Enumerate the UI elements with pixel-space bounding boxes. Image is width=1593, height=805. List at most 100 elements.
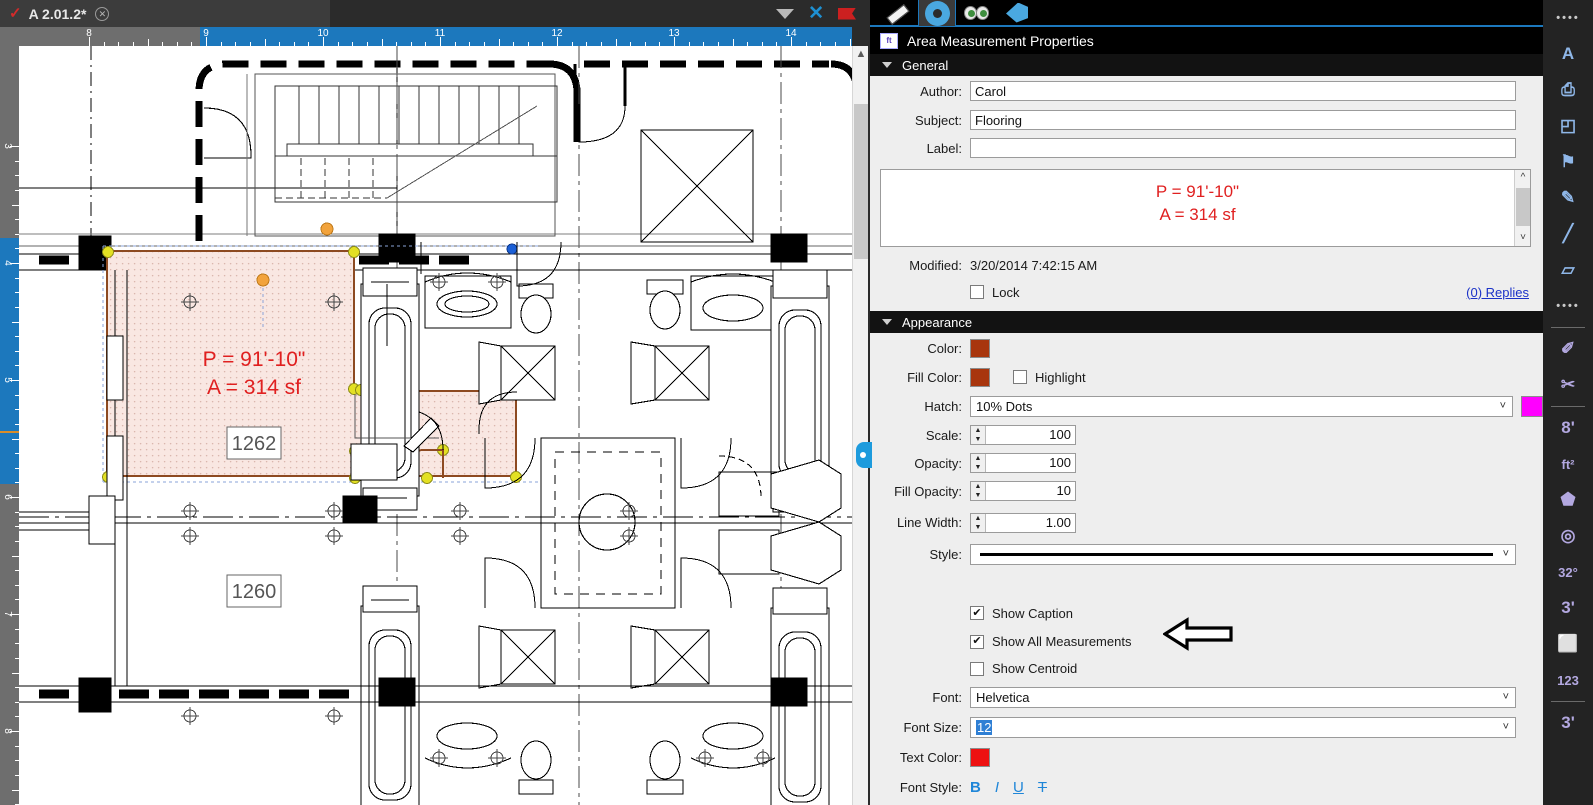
angle-measure-icon[interactable]: 32° <box>1543 554 1593 590</box>
scale-row: Scale: ▲▼ 100 <box>870 421 1543 449</box>
opacity-value: 100 <box>986 454 1075 472</box>
area-measure-icon[interactable]: ft² <box>1543 446 1593 482</box>
vertical-ruler-highlight <box>0 238 19 484</box>
volume-box-icon[interactable]: ⬜ <box>1543 626 1593 662</box>
label-field[interactable] <box>970 138 1516 158</box>
room-tag-1260: 1260 <box>232 581 277 603</box>
chevron-down-icon[interactable] <box>776 9 794 19</box>
hatch-select[interactable]: 10% Dots ˅ <box>970 396 1513 417</box>
highlight-checkbox[interactable] <box>1013 370 1027 384</box>
text-tool-icon[interactable]: A <box>1543 36 1593 72</box>
author-field[interactable] <box>970 81 1516 101</box>
fill-opacity-stepper[interactable]: ▲▼ 10 <box>970 481 1076 501</box>
properties-tab[interactable] <box>918 0 956 26</box>
close-circle-icon[interactable]: ✕ <box>95 7 109 21</box>
three-d-tab[interactable] <box>998 0 1036 26</box>
toolstrip-divider <box>1551 406 1585 407</box>
show-all-measurements-checkbox[interactable] <box>970 635 984 649</box>
lock-checkbox[interactable] <box>970 285 984 299</box>
drawing-canvas[interactable]: P = 91'-10" A = 314 sf 1262 1260 <box>19 46 852 805</box>
comment-scrollbar[interactable]: ^ ˅ <box>1514 170 1530 246</box>
scale-stepper[interactable]: ▲▼ 100 <box>970 425 1076 445</box>
ruler-tick <box>10 614 19 615</box>
section-header-general[interactable]: General <box>870 54 1543 76</box>
style-select[interactable]: ˅ <box>970 544 1516 565</box>
polygon-measure-icon[interactable]: ⬟ <box>1543 482 1593 518</box>
scroll-up-icon[interactable]: ^ <box>1515 170 1531 186</box>
stamp-tool-icon[interactable]: ⎙ <box>1543 72 1593 108</box>
scroll-up-icon[interactable]: ▲ <box>853 46 869 62</box>
dots-handle-mid-glyph: •••• <box>1556 300 1579 312</box>
font-style-row: Font Style: B I U T <box>870 772 1543 802</box>
dots-handle-top[interactable]: •••• <box>1543 0 1593 36</box>
stepper-up-icon[interactable]: ▲ <box>971 454 985 463</box>
opacity-stepper[interactable]: ▲▼ 100 <box>970 453 1076 473</box>
line-width-stepper[interactable]: ▲▼ 1.00 <box>970 513 1076 533</box>
strikethrough-button[interactable]: T <box>1038 779 1047 796</box>
underline-button[interactable]: U <box>1013 779 1024 796</box>
stepper-down-icon[interactable]: ▼ <box>971 523 985 532</box>
vertical-ruler[interactable]: 345678 <box>0 46 19 805</box>
document-window: ✓ A 2.01.2* ✕ ✕ 891011121314 345678 <box>0 0 870 805</box>
caliper-tool-icon[interactable]: ✂ <box>1543 367 1593 403</box>
stepper-up-icon[interactable]: ▲ <box>971 482 985 491</box>
radius-measure-icon[interactable]: ◎ <box>1543 518 1593 554</box>
stepper-up-icon[interactable]: ▲ <box>971 514 985 523</box>
pen-tool-icon[interactable]: ✎ <box>1543 180 1593 216</box>
subject-field[interactable] <box>970 110 1516 130</box>
close-x-icon[interactable]: ✕ <box>808 4 824 23</box>
lock-row: Lock (0) Replies <box>870 277 1543 307</box>
ruler-tool-icon[interactable]: ✐ <box>1543 331 1593 367</box>
solid-line-preview <box>980 553 1493 556</box>
ruler-tick <box>12 673 19 674</box>
replies-link[interactable]: (0) Replies <box>1466 285 1529 300</box>
font-value: Helvetica <box>976 690 1029 705</box>
stepper-down-icon[interactable]: ▼ <box>971 491 985 500</box>
fill-color-row: Fill Color: Highlight <box>870 363 1543 391</box>
annotation-arrow-icon <box>1163 617 1233 651</box>
section-header-appearance[interactable]: Appearance <box>870 311 1543 333</box>
fill-color-swatch[interactable] <box>970 368 990 387</box>
show-centroid-row: Show Centroid <box>870 655 1543 682</box>
hatch-color-swatch[interactable] <box>1521 396 1543 417</box>
scroll-down-icon[interactable]: ˅ <box>1515 230 1531 246</box>
font-style-label: Font Style: <box>870 780 970 795</box>
show-caption-checkbox[interactable] <box>970 606 984 620</box>
length-measure-icon[interactable]: 8' <box>1543 410 1593 446</box>
stepper-down-icon[interactable]: ▼ <box>971 435 985 444</box>
horizontal-ruler[interactable]: 891011121314 <box>0 27 852 46</box>
font-size-select[interactable]: 12 ˅ <box>970 717 1516 738</box>
color-swatch[interactable] <box>970 339 990 358</box>
stepper-up-icon[interactable]: ▲ <box>971 426 985 435</box>
comment-textarea[interactable]: P = 91'-10" A = 314 sf ^ ˅ <box>880 169 1531 247</box>
italic-button[interactable]: I <box>995 779 999 796</box>
scrollbar-thumb[interactable] <box>854 104 868 259</box>
canvas-vertical-scrollbar[interactable]: ▲ <box>852 46 868 805</box>
text-color-label: Text Color: <box>870 750 970 765</box>
markups-tab[interactable] <box>958 0 996 26</box>
tool-strip: ••••A⎙◰⚑✎╱▱••••✐✂8'ft²⬟◎32°3'⬜1233' <box>1543 0 1593 805</box>
dots-handle-mid[interactable]: •••• <box>1543 288 1593 324</box>
count-measure-icon[interactable]: 123 <box>1543 662 1593 698</box>
ruler-icon <box>886 2 908 24</box>
highlighter-tool-icon[interactable]: ╱ <box>1543 216 1593 252</box>
scrollbar-thumb[interactable] <box>1516 188 1530 226</box>
stepper-down-icon[interactable]: ▼ <box>971 463 985 472</box>
measurement-tab[interactable] <box>878 0 916 26</box>
show-centroid-checkbox[interactable] <box>970 662 984 676</box>
panel-collapse-handle[interactable] <box>856 442 872 468</box>
volume-measure-icon[interactable]: 3' <box>1543 590 1593 626</box>
fill-opacity-row: Fill Opacity: ▲▼ 10 <box>870 477 1543 505</box>
dynamic-fill-icon[interactable]: 3' <box>1543 705 1593 741</box>
document-tab[interactable]: ✓ A 2.01.2* ✕ <box>0 0 330 27</box>
font-size-row: Font Size: 12 ˅ <box>870 712 1543 742</box>
note-tool-icon[interactable]: ◰ <box>1543 108 1593 144</box>
bold-button[interactable]: B <box>970 779 981 796</box>
red-flag-icon[interactable] <box>838 4 862 24</box>
font-select[interactable]: Helvetica ˅ <box>970 687 1516 708</box>
stamp-tool-icon-glyph: ⎙ <box>1561 80 1575 100</box>
ruler-tick <box>733 39 734 46</box>
flag-tool-icon[interactable]: ⚑ <box>1543 144 1593 180</box>
text-color-swatch[interactable] <box>970 748 990 767</box>
eraser-tool-icon[interactable]: ▱ <box>1543 252 1593 288</box>
